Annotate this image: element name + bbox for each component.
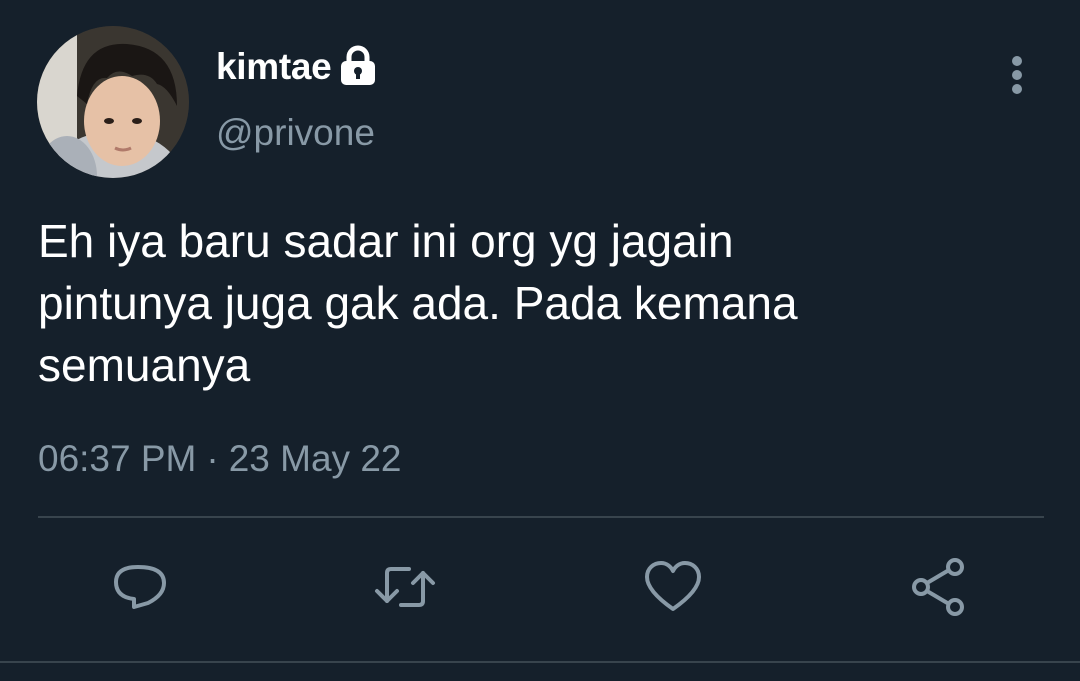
share-icon [912, 558, 964, 616]
avatar[interactable] [37, 26, 189, 178]
tweet-time: 06:37 PM [38, 438, 197, 479]
like-button[interactable] [641, 555, 705, 619]
display-name[interactable]: kimtae [216, 44, 332, 90]
more-options-button[interactable] [998, 52, 1036, 98]
share-button[interactable] [907, 555, 971, 619]
bottom-divider [0, 661, 1080, 663]
tweet-timestamp[interactable]: 06:37 PM · 23 May 22 [38, 436, 401, 482]
tweet-date: 23 May 22 [228, 438, 402, 479]
retweet-button[interactable] [373, 555, 437, 619]
more-vertical-icon [1012, 56, 1022, 94]
divider [38, 516, 1044, 518]
heart-icon [645, 561, 701, 611]
comment-icon [114, 565, 166, 609]
tweet-text: Eh iya baru sadar ini org yg jagain pint… [38, 215, 798, 391]
tweet-card: kimtae @privone Eh iya baru sadar ini or… [0, 0, 1080, 681]
author-name-row: kimtae [216, 44, 377, 90]
profile-photo [37, 26, 189, 178]
retweet-icon [375, 567, 435, 607]
author-handle[interactable]: @privone [216, 110, 375, 156]
reply-button[interactable] [108, 555, 172, 619]
meta-separator: · [206, 438, 219, 479]
lock-icon [339, 45, 377, 85]
